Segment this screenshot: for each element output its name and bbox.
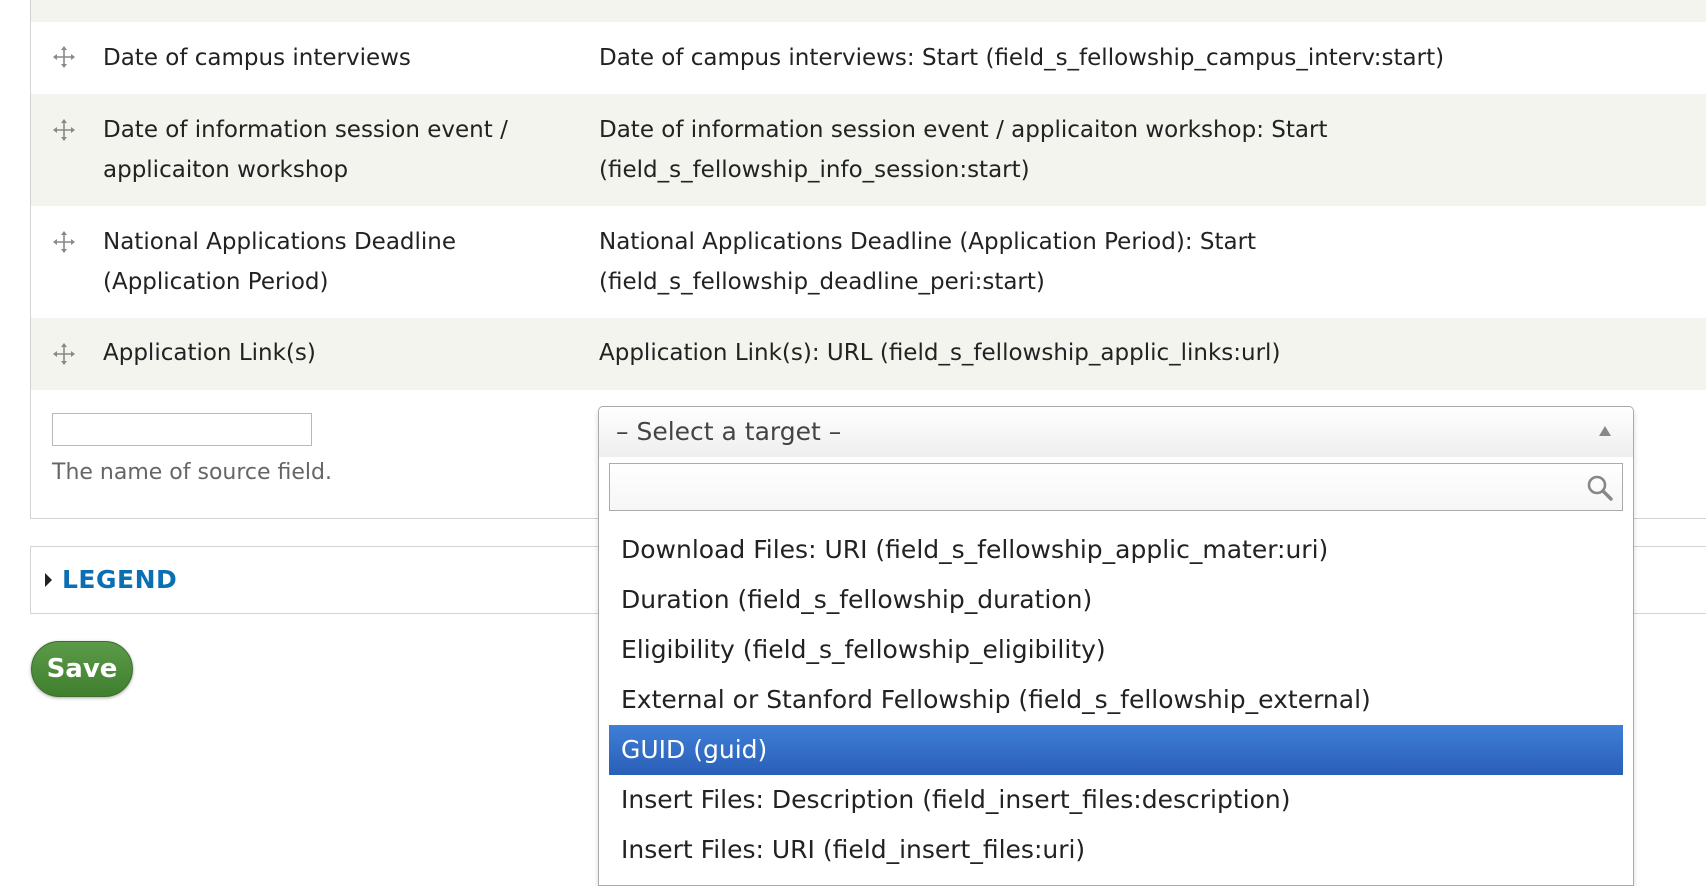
source-field-label: Date of campus interviews	[103, 45, 411, 71]
target-search-input[interactable]	[609, 463, 1623, 511]
table-row: Application Link(s) Application Link(s):…	[31, 318, 1706, 390]
triangle-up-icon	[1599, 426, 1611, 436]
drag-handle-icon[interactable]	[53, 343, 75, 365]
select-option[interactable]: Insert Files: URI (field_insert_files:ur…	[609, 825, 1623, 875]
source-help-text: The name of source field.	[52, 460, 333, 485]
target-option-list: Download Files: URI (field_s_fellowship_…	[609, 525, 1623, 875]
select-option[interactable]: Duration (field_s_fellowship_duration)	[609, 575, 1623, 625]
target-field-label: Date of campus interviews: Start (field_…	[599, 45, 1445, 71]
caret-right-icon	[45, 572, 52, 587]
source-field-label: National Applications Deadline (Applicat…	[103, 229, 457, 295]
select-option[interactable]: External or Stanford Fellowship (field_s…	[609, 675, 1623, 725]
source-field-label: Application Link(s)	[103, 340, 316, 366]
select-option[interactable]: Eligibility (field_s_fellowship_eligibil…	[609, 625, 1623, 675]
source-name-input[interactable]	[52, 413, 312, 446]
drag-handle-icon[interactable]	[53, 231, 75, 253]
save-button[interactable]: Save	[31, 641, 133, 697]
drag-handle-icon[interactable]	[53, 119, 75, 141]
target-field-label: National Applications Deadline (Applicat…	[599, 229, 1257, 295]
target-select-header[interactable]: – Select a target –	[599, 407, 1633, 457]
select-option[interactable]: Insert Files: Description (field_insert_…	[609, 775, 1623, 825]
target-field-label: Application Link(s): URL (field_s_fellow…	[599, 340, 1281, 366]
source-field-label: Date of information session event / appl…	[103, 117, 508, 183]
search-icon	[1586, 474, 1614, 502]
drag-handle-icon[interactable]	[53, 46, 75, 68]
legend-toggle[interactable]: LEGEND	[45, 565, 177, 594]
table-row: Date of campus interviews Date of campus…	[31, 22, 1706, 94]
target-field-label: Date of information session event / appl…	[599, 117, 1328, 183]
table-top-strip	[31, 0, 1706, 22]
target-select-value: – Select a target –	[616, 417, 842, 446]
table-row: National Applications Deadline (Applicat…	[31, 206, 1706, 318]
target-select[interactable]: – Select a target – Download Files: URI …	[598, 406, 1634, 886]
table-row: Date of information session event / appl…	[31, 94, 1706, 206]
select-option-highlighted[interactable]: GUID (guid)	[609, 725, 1623, 775]
select-option[interactable]: Download Files: URI (field_s_fellowship_…	[609, 525, 1623, 575]
legend-label: LEGEND	[62, 565, 178, 594]
